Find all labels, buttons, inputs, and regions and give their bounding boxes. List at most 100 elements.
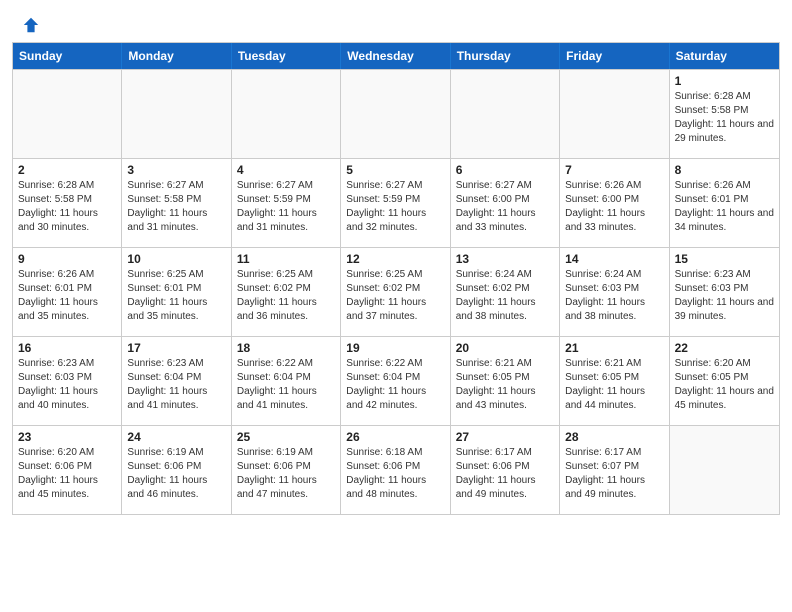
day-cell-10: 10Sunrise: 6:25 AMSunset: 6:01 PMDayligh… [122,248,231,336]
day-number: 18 [237,341,335,355]
day-cell-27: 27 Sunrise: 6:17 AMSunset: 6:06 PMDayligh… [451,426,560,514]
day-number: 11 [237,252,335,266]
day-info: Sunrise: 6:23 AMSunset: 6:03 PMDaylight:… [18,357,116,413]
day-number: 15 [675,252,774,266]
weekday-header-wednesday: Wednesday [341,43,450,69]
empty-cell [560,70,669,158]
day-cell-14: 14 Sunrise: 6:24 AMSunset: 6:03 PMDayligh… [560,248,669,336]
day-cell-8: 8 Sunrise: 6:26 AMSunset: 6:01 PMDaylight… [670,159,779,247]
day-info: Sunrise: 6:23 AMSunset: 6:04 PMDaylight:… [127,357,225,413]
day-info: Sunrise: 6:17 AMSunset: 6:06 PMDaylight:… [456,446,554,502]
day-number: 28 [565,430,663,444]
calendar-week-5: 23 Sunrise: 6:20 AMSunset: 6:06 PMDayligh… [13,425,779,514]
day-info: Sunrise: 6:26 AMSunset: 6:01 PMDaylight:… [675,179,774,235]
day-number: 5 [346,163,444,177]
day-info: Sunrise: 6:19 AMSunset: 6:06 PMDaylight:… [237,446,335,502]
day-info: Sunrise: 6:21 AMSunset: 6:05 PMDaylight:… [565,357,663,413]
day-cell-9: 9 Sunrise: 6:26 AMSunset: 6:01 PMDaylight… [13,248,122,336]
empty-cell [122,70,231,158]
day-cell-21: 21Sunrise: 6:21 AMSunset: 6:05 PMDayligh… [560,337,669,425]
day-cell-7: 7 Sunrise: 6:26 AMSunset: 6:00 PMDaylight… [560,159,669,247]
day-info: Sunrise: 6:27 AMSunset: 5:59 PMDaylight:… [237,179,335,235]
day-info: Sunrise: 6:25 AMSunset: 6:02 PMDaylight:… [237,268,335,324]
day-info: Sunrise: 6:25 AMSunset: 6:02 PMDaylight:… [346,268,444,324]
day-cell-5: 5 Sunrise: 6:27 AMSunset: 5:59 PMDaylight… [341,159,450,247]
day-cell-16: 16 Sunrise: 6:23 AMSunset: 6:03 PMDayligh… [13,337,122,425]
day-info: Sunrise: 6:18 AMSunset: 6:06 PMDaylight:… [346,446,444,502]
calendar-week-3: 9 Sunrise: 6:26 AMSunset: 6:01 PMDaylight… [13,247,779,336]
day-cell-6: 6 Sunrise: 6:27 AMSunset: 6:00 PMDaylight… [451,159,560,247]
day-cell-24: 24 Sunrise: 6:19 AMSunset: 6:06 PMDayligh… [122,426,231,514]
day-cell-4: 4 Sunrise: 6:27 AMSunset: 5:59 PMDaylight… [232,159,341,247]
day-number: 6 [456,163,554,177]
weekday-header-tuesday: Tuesday [232,43,341,69]
day-cell-22: 22 Sunrise: 6:20 AMSunset: 6:05 PMDayligh… [670,337,779,425]
day-cell-18: 18 Sunrise: 6:22 AMSunset: 6:04 PMDayligh… [232,337,341,425]
day-number: 25 [237,430,335,444]
empty-cell [13,70,122,158]
day-cell-26: 26 Sunrise: 6:18 AMSunset: 6:06 PMDayligh… [341,426,450,514]
calendar-header: SundayMondayTuesdayWednesdayThursdayFrid… [13,43,779,69]
empty-cell [451,70,560,158]
day-number: 3 [127,163,225,177]
calendar-page: SundayMondayTuesdayWednesdayThursdayFrid… [0,0,792,612]
day-number: 19 [346,341,444,355]
day-info: Sunrise: 6:20 AMSunset: 6:06 PMDaylight:… [18,446,116,502]
empty-cell [232,70,341,158]
header [0,0,792,42]
day-info: Sunrise: 6:21 AMSunset: 6:05 PMDaylight:… [456,357,554,413]
day-number: 7 [565,163,663,177]
day-info: Sunrise: 6:22 AMSunset: 6:04 PMDaylight:… [237,357,335,413]
day-number: 27 [456,430,554,444]
day-number: 4 [237,163,335,177]
day-number: 1 [675,74,774,88]
day-info: Sunrise: 6:26 AMSunset: 6:01 PMDaylight:… [18,268,116,324]
day-number: 17 [127,341,225,355]
day-number: 12 [346,252,444,266]
day-cell-12: 12 Sunrise: 6:25 AMSunset: 6:02 PMDayligh… [341,248,450,336]
day-info: Sunrise: 6:26 AMSunset: 6:00 PMDaylight:… [565,179,663,235]
day-info: Sunrise: 6:22 AMSunset: 6:04 PMDaylight:… [346,357,444,413]
day-cell-28: 28Sunrise: 6:17 AMSunset: 6:07 PMDayligh… [560,426,669,514]
weekday-header-monday: Monday [122,43,231,69]
logo [20,16,40,34]
day-info: Sunrise: 6:24 AMSunset: 6:03 PMDaylight:… [565,268,663,324]
calendar-week-4: 16 Sunrise: 6:23 AMSunset: 6:03 PMDayligh… [13,336,779,425]
day-number: 14 [565,252,663,266]
day-number: 24 [127,430,225,444]
calendar-week-1: 1 Sunrise: 6:28 AMSunset: 5:58 PMDaylight… [13,69,779,158]
weekday-header-saturday: Saturday [670,43,779,69]
day-cell-2: 2Sunrise: 6:28 AMSunset: 5:58 PMDaylight… [13,159,122,247]
day-number: 23 [18,430,116,444]
day-info: Sunrise: 6:20 AMSunset: 6:05 PMDaylight:… [675,357,774,413]
day-info: Sunrise: 6:28 AMSunset: 5:58 PMDaylight:… [675,90,774,146]
day-info: Sunrise: 6:27 AMSunset: 6:00 PMDaylight:… [456,179,554,235]
empty-cell [670,426,779,514]
day-info: Sunrise: 6:19 AMSunset: 6:06 PMDaylight:… [127,446,225,502]
day-cell-3: 3 Sunrise: 6:27 AMSunset: 5:58 PMDaylight… [122,159,231,247]
day-cell-1: 1 Sunrise: 6:28 AMSunset: 5:58 PMDaylight… [670,70,779,158]
weekday-header-sunday: Sunday [13,43,122,69]
day-info: Sunrise: 6:27 AMSunset: 5:59 PMDaylight:… [346,179,444,235]
day-number: 22 [675,341,774,355]
day-number: 10 [127,252,225,266]
day-info: Sunrise: 6:23 AMSunset: 6:03 PMDaylight:… [675,268,774,324]
day-number: 8 [675,163,774,177]
day-cell-25: 25 Sunrise: 6:19 AMSunset: 6:06 PMDayligh… [232,426,341,514]
weekday-header-friday: Friday [560,43,669,69]
day-cell-11: 11 Sunrise: 6:25 AMSunset: 6:02 PMDayligh… [232,248,341,336]
day-cell-23: 23 Sunrise: 6:20 AMSunset: 6:06 PMDayligh… [13,426,122,514]
empty-cell [341,70,450,158]
day-cell-17: 17 Sunrise: 6:23 AMSunset: 6:04 PMDayligh… [122,337,231,425]
day-number: 9 [18,252,116,266]
day-number: 20 [456,341,554,355]
day-number: 16 [18,341,116,355]
day-cell-19: 19 Sunrise: 6:22 AMSunset: 6:04 PMDayligh… [341,337,450,425]
day-info: Sunrise: 6:27 AMSunset: 5:58 PMDaylight:… [127,179,225,235]
day-number: 2 [18,163,116,177]
day-number: 13 [456,252,554,266]
day-number: 26 [346,430,444,444]
day-cell-20: 20 Sunrise: 6:21 AMSunset: 6:05 PMDayligh… [451,337,560,425]
calendar-container: SundayMondayTuesdayWednesdayThursdayFrid… [12,42,780,515]
day-info: Sunrise: 6:24 AMSunset: 6:02 PMDaylight:… [456,268,554,324]
